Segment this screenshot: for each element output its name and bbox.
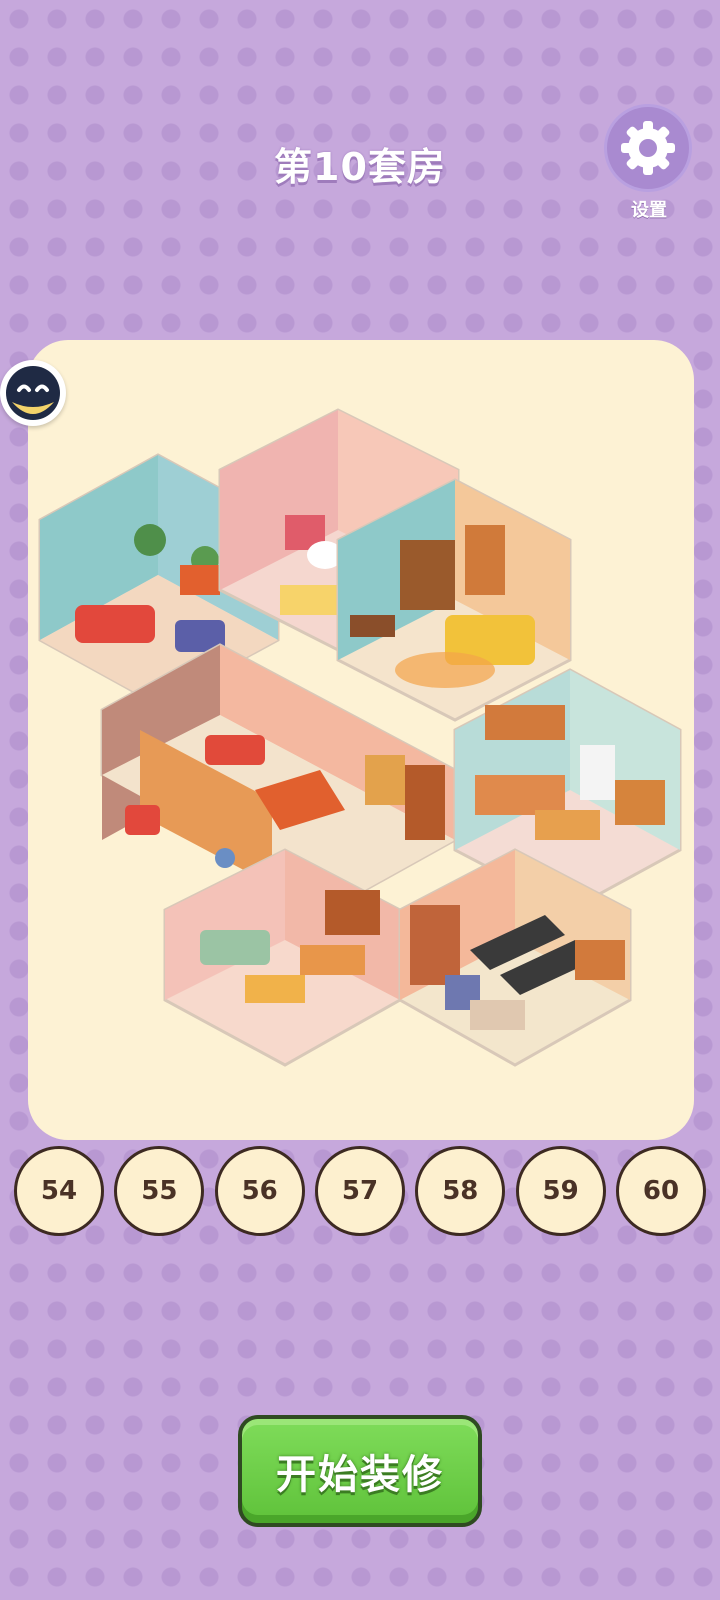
gear-icon — [621, 121, 675, 175]
settings-label: 设置 — [631, 200, 667, 221]
avatar[interactable] — [0, 360, 66, 426]
level-button[interactable]: 57 — [314, 1146, 405, 1236]
level-button[interactable]: 59 — [515, 1146, 606, 1236]
level-selector: 54 55 56 57 58 59 60 — [14, 1146, 706, 1240]
level-button[interactable]: 60 — [615, 1146, 706, 1236]
level-button[interactable]: 55 — [114, 1146, 205, 1236]
house-preview-panel — [28, 340, 694, 1140]
start-decorating-button[interactable]: 开始装修 — [238, 1415, 482, 1527]
level-button[interactable]: 58 — [415, 1146, 506, 1236]
level-button[interactable]: 54 — [14, 1146, 104, 1236]
level-button[interactable]: 56 — [214, 1146, 305, 1236]
start-button-label: 开始装修 — [276, 1452, 444, 1498]
settings-button[interactable]: 设置 — [604, 104, 694, 221]
character-avatar-icon — [6, 366, 60, 420]
